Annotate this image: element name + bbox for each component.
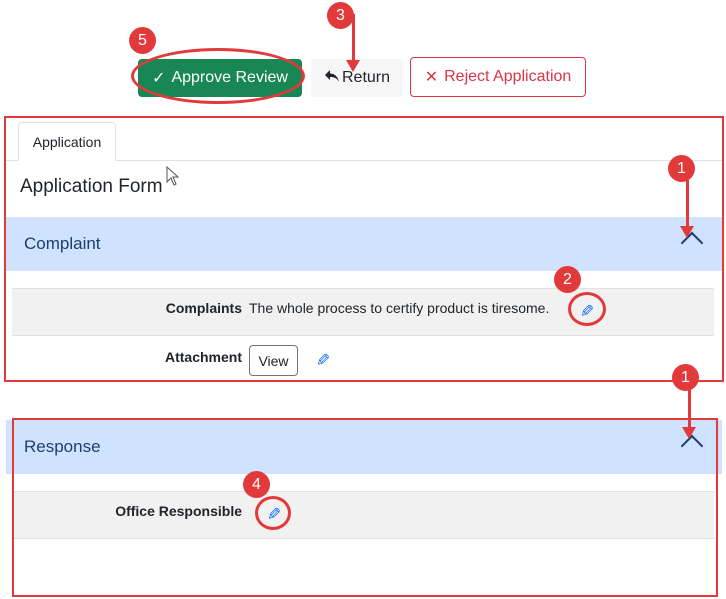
approve-review-label: Approve Review [171, 69, 288, 86]
accordion-header-complaint[interactable]: Complaint [6, 217, 722, 271]
callout-badge-5: 5 [129, 27, 156, 54]
view-attachment-label: View [258, 352, 289, 369]
complaints-label: Complaints [165, 300, 242, 316]
approve-review-button[interactable]: ✓ Approve Review [138, 59, 302, 97]
reject-application-button[interactable]: ✕ Reject Application [410, 57, 586, 97]
x-icon: ✕ [424, 69, 439, 86]
accordion-header-response[interactable]: Response [6, 420, 722, 474]
edit-pencil-icon[interactable]: ✎ [578, 302, 596, 321]
callout-badge-1-top: 1 [668, 155, 695, 182]
edit-pencil-icon[interactable]: ✎ [314, 351, 332, 370]
form-title: Application Form [20, 176, 163, 197]
reply-arrow-icon [324, 69, 340, 88]
attachment-label: Attachment [164, 349, 242, 365]
callout-arrowhead-3 [346, 60, 360, 72]
check-icon: ✓ [152, 70, 166, 87]
office-responsible-label: Office Responsible [115, 503, 242, 519]
callout-arrowhead-1-top [680, 226, 694, 238]
callout-badge-3: 3 [327, 2, 354, 29]
callout-badge-1-bottom: 1 [672, 364, 699, 391]
accordion-title-complaint: Complaint [24, 234, 101, 253]
view-attachment-button[interactable]: View [249, 345, 298, 376]
callout-arrow-3 [352, 14, 355, 62]
accordion-title-response: Response [24, 437, 101, 456]
mouse-cursor-icon [166, 166, 180, 186]
callout-badge-4: 4 [243, 471, 270, 498]
callout-arrowhead-1-bottom [682, 427, 696, 439]
callout-badge-2: 2 [554, 266, 581, 293]
reject-application-label: Reject Application [444, 68, 572, 85]
callout-arrow-1-top [686, 180, 689, 228]
callout-arrow-1-bottom [688, 389, 691, 429]
tab-application[interactable]: Application [18, 122, 116, 161]
complaints-value: The whole process to certify product is … [249, 300, 550, 316]
tab-bar: Application [6, 122, 722, 161]
tab-application-label: Application [32, 133, 102, 150]
edit-pencil-icon[interactable]: ✎ [265, 505, 283, 524]
